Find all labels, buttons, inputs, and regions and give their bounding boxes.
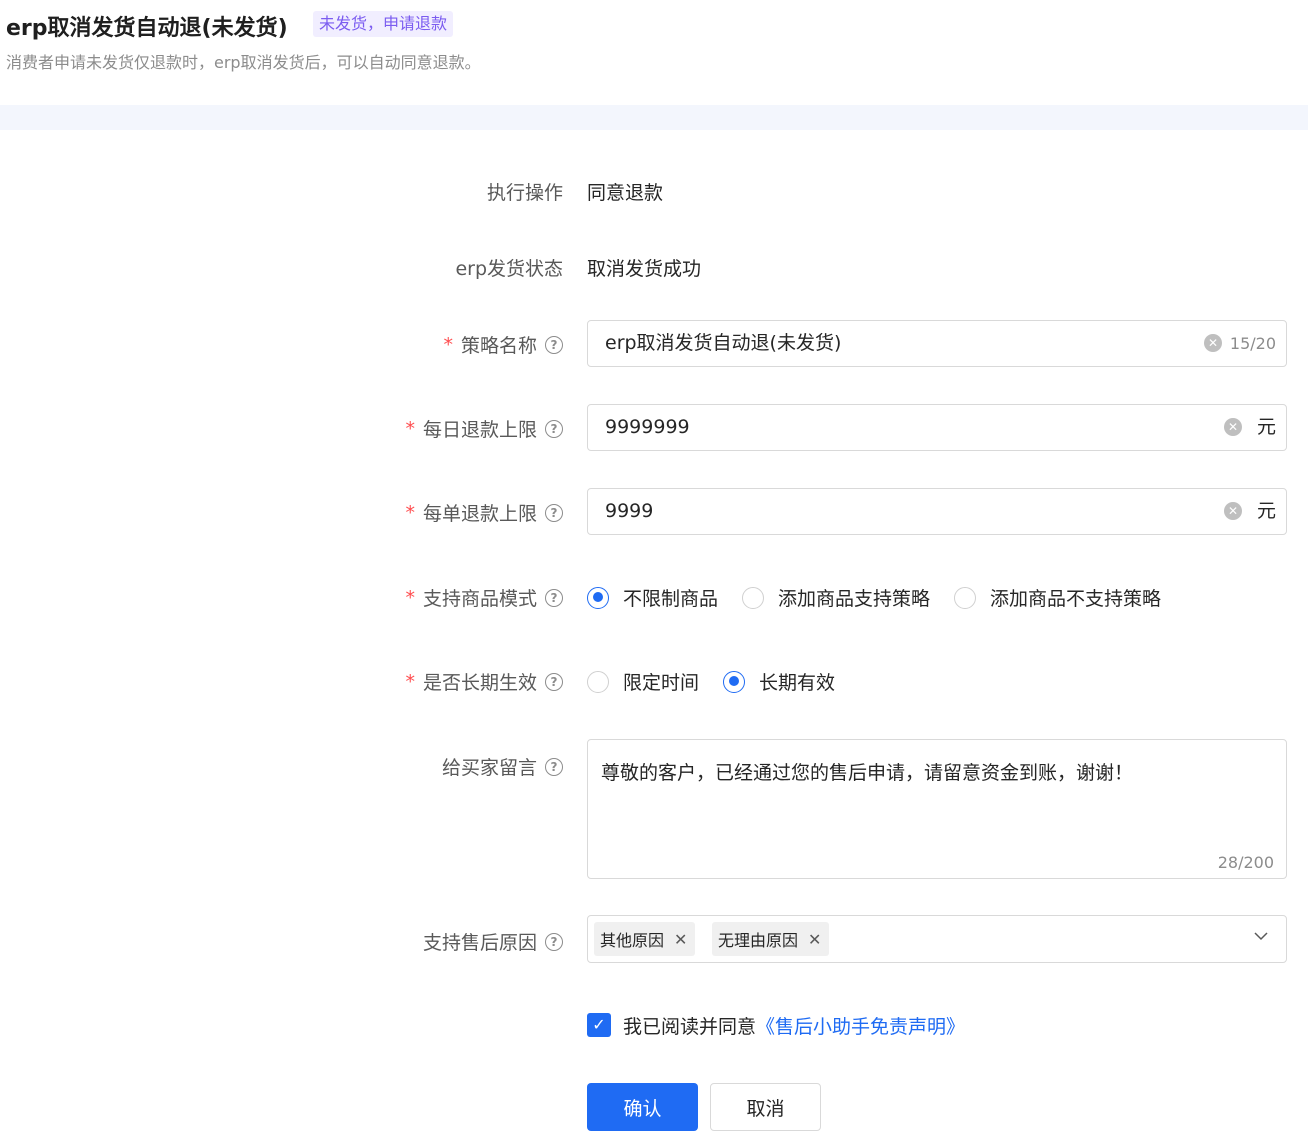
page-subtitle: 消费者申请未发货仅退款时，erp取消发货后，可以自动同意退款。 [6,53,481,72]
radio-label: 添加商品支持策略 [778,588,931,610]
radio-option-long-term[interactable]: 长期有效 [723,668,835,695]
clear-icon[interactable]: ✕ [1204,334,1222,352]
divider-band [0,105,1308,130]
required-mark: * [405,501,415,524]
product-mode-label: * 支持商品模式 ? [405,584,563,611]
daily-limit-label: * 每日退款上限 ? [405,415,563,442]
radio-option-add-unsupported[interactable]: 添加商品不支持策略 [954,584,1161,611]
action-label: 执行操作 [487,178,563,205]
radio-label: 限定时间 [623,672,700,694]
action-label-text: 执行操作 [486,182,563,204]
clear-icon[interactable]: ✕ [1224,502,1242,520]
daily-limit-label-text: 每日退款上限 [422,419,537,441]
action-value: 同意退款 [587,182,664,204]
help-icon[interactable]: ? [545,335,563,354]
long-term-label: * 是否长期生效 ? [405,668,563,695]
long-term-radio-group: 限定时间 长期有效 [587,668,859,695]
agreement-text: 我已阅读并同意《售后小助手免责声明》 [623,1012,965,1039]
reason-tag-label: 无理由原因 [718,931,799,950]
radio-selected-icon[interactable] [723,670,746,693]
radio-label: 不限制商品 [623,588,719,610]
confirm-button[interactable]: 确认 [587,1083,698,1131]
strategy-name-input[interactable]: erp取消发货自动退(未发货) ✕ 15/20 [587,320,1287,367]
strategy-name-value: erp取消发货自动退(未发货) [605,332,842,354]
order-limit-value: 9999 [605,500,654,522]
help-icon[interactable]: ? [545,672,563,691]
reason-tag: 其他原因 ✕ [594,922,696,956]
buyer-message-label: 给买家留言 ? [442,753,563,780]
reason-tag: 无理由原因 ✕ [712,922,830,956]
product-mode-radio-group: 不限制商品 添加商品支持策略 添加商品不支持策略 [587,584,1185,611]
currency-suffix: 元 [1256,500,1276,522]
strategy-name-label-text: 策略名称 [460,335,537,357]
help-icon[interactable]: ? [545,419,563,438]
radio-unselected-icon[interactable] [954,586,977,609]
reasons-label: 支持售后原因 ? [423,928,563,955]
clear-icon[interactable]: ✕ [1224,418,1242,436]
char-counter: 28/200 [1217,853,1274,872]
page-title: erp取消发货自动退(未发货) [6,16,288,41]
radio-option-limited-time[interactable]: 限定时间 [587,668,699,695]
chevron-down-icon[interactable] [1254,929,1268,943]
strategy-name-label: * 策略名称 ? [443,331,563,358]
required-mark: * [405,417,415,440]
radio-selected-icon[interactable] [587,586,609,609]
daily-limit-value: 9999999 [605,416,690,438]
radio-label: 长期有效 [759,672,836,694]
help-icon[interactable]: ? [545,757,563,776]
radio-option-unlimited[interactable]: 不限制商品 [587,584,718,611]
disclaimer-link[interactable]: 《售后小助手免责声明》 [756,1016,965,1038]
buyer-message-label-text: 给买家留言 [441,757,537,779]
radio-unselected-icon[interactable] [587,670,609,693]
product-mode-label-text: 支持商品模式 [422,588,537,610]
help-icon[interactable]: ? [545,588,563,607]
required-mark: * [405,670,415,693]
long-term-label-text: 是否长期生效 [422,672,537,694]
radio-unselected-icon[interactable] [742,586,765,609]
close-icon[interactable]: ✕ [674,930,687,949]
reasons-select[interactable]: 其他原因 ✕ 无理由原因 ✕ [587,915,1287,963]
required-mark: * [443,333,453,356]
reasons-label-text: 支持售后原因 [422,932,537,954]
required-mark: * [405,586,415,609]
order-limit-label: * 每单退款上限 ? [405,499,563,526]
help-icon[interactable]: ? [545,932,563,951]
cancel-button[interactable]: 取消 [710,1083,821,1131]
help-icon[interactable]: ? [545,503,563,522]
buyer-message-value: 尊敬的客户，已经通过您的售后申请，请留意资金到账，谢谢！ [601,762,1134,784]
order-limit-input[interactable]: 9999 ✕ 元 [587,488,1287,535]
page-header: erp取消发货自动退(未发货) 未发货，申请退款 消费者申请未发货仅退款时，er… [0,0,1308,105]
erp-status-label-text: erp发货状态 [455,258,563,280]
radio-option-add-supported[interactable]: 添加商品支持策略 [742,584,930,611]
order-limit-label-text: 每单退款上限 [422,503,537,525]
agreement-label: 我已阅读并同意 [623,1016,757,1038]
reason-tag-label: 其他原因 [600,931,665,950]
close-icon[interactable]: ✕ [808,930,821,949]
status-badge: 未发货，申请退款 [313,11,454,37]
buyer-message-textarea[interactable]: 尊敬的客户，已经通过您的售后申请，请留意资金到账，谢谢！ 28/200 [587,739,1287,879]
radio-label: 添加商品不支持策略 [990,588,1162,610]
agreement-checkbox[interactable]: ✓ [587,1013,611,1037]
currency-suffix: 元 [1256,416,1276,438]
daily-limit-input[interactable]: 9999999 ✕ 元 [587,404,1287,451]
erp-status-value: 取消发货成功 [587,258,702,280]
char-counter: 15/20 [1229,334,1276,353]
erp-status-label: erp发货状态 [455,254,563,281]
